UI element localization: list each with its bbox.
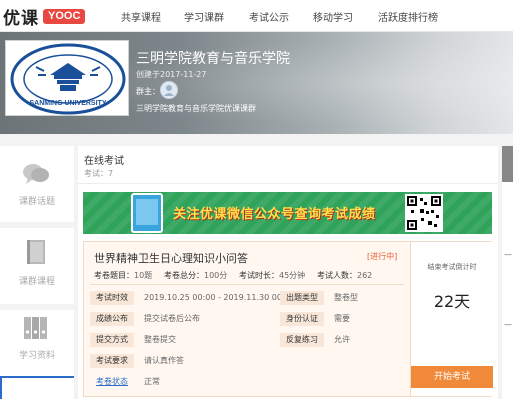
group-name: 三明学院教育与音乐学院优课课群: [136, 104, 256, 113]
nav-study-groups[interactable]: 学习课群: [184, 9, 224, 24]
row-label-results: 成绩公布: [90, 312, 134, 326]
section-title: 在线考试: [84, 156, 124, 167]
row-label-time: 考试时效: [90, 291, 134, 305]
meta-questions: 考卷题目：10题: [94, 271, 153, 280]
sidebar-item-active-indicator: [0, 376, 74, 399]
row-label-identity: 身份认证: [280, 312, 324, 326]
logo-badge: YOOC: [43, 8, 86, 24]
ad-text: 关注优课微信公众号查询考试成绩: [173, 207, 376, 222]
row-value-submit: 整卷提交: [144, 335, 176, 344]
owner-label: 群主：: [136, 87, 160, 96]
exam-status-link[interactable]: 考卷状态: [90, 375, 134, 389]
row-value-time: 2019.10.25 00:00 - 2019.11.30 00:00: [144, 293, 295, 302]
sidebar-item-label: 学习资料: [18, 351, 55, 361]
created-date: 创建于2017-11-27: [136, 70, 207, 79]
page: 优课 YOOC 共享课程 学习课群 考试公示 移动学习 活跃度排行榜 SANMI…: [0, 0, 513, 399]
phone-icon: [131, 193, 163, 233]
row-value-practice: 允许: [334, 335, 350, 344]
row-label-requirement: 考试要求: [90, 354, 134, 368]
exam-count: 考试：7: [84, 169, 114, 178]
divider: [78, 183, 498, 184]
start-exam-button[interactable]: 开始考试: [411, 366, 493, 388]
binders-icon: [24, 317, 47, 339]
countdown-label: 结束考试倒计时: [427, 263, 477, 271]
sidebar-item-topics[interactable]: 课群话题: [0, 146, 74, 226]
exam-card: 世界精神卫生日心理知识小问答 [进行中] 考卷题目：10题 考卷总分：100分 …: [83, 241, 493, 397]
meta-participants: 考试人数：262: [317, 271, 373, 280]
wechat-ad-banner[interactable]: 关注优课微信公众号查询考试成绩: [83, 192, 492, 234]
user-icon: [164, 85, 174, 96]
nav-shared-courses[interactable]: 共享课程: [121, 9, 161, 24]
site-logo[interactable]: 优课 YOOC: [3, 4, 86, 29]
owner-avatar[interactable]: [160, 81, 178, 99]
top-nav-bar: 优课 YOOC 共享课程 学习课群 考试公示 移动学习 活跃度排行榜: [0, 0, 513, 32]
row-label-submit: 提交方式: [90, 333, 134, 347]
school-logo: SANMING UNIVERSITY: [5, 40, 129, 116]
row-value-requirement: 请认真作答: [144, 356, 184, 365]
side-thumbnail[interactable]: [502, 146, 513, 182]
meta-total-score: 考卷总分：100分: [164, 271, 228, 280]
countdown-box: 结束考试倒计时 22天 开始考试: [410, 242, 493, 396]
nav-activity-ranking[interactable]: 活跃度排行榜: [378, 9, 438, 24]
exam-title[interactable]: 世界精神卫生日心理知识小问答: [94, 250, 248, 266]
exam-panel: 在线考试 考试：7 关注优课微信公众号查询考试成绩 世界精神卫生日心理知识小问答…: [78, 146, 498, 399]
school-logo-text: SANMING UNIVERSITY: [29, 100, 106, 107]
logo-text: 优课: [3, 8, 39, 29]
sidebar-item-label: 课群课程: [18, 277, 55, 287]
divider: [90, 284, 404, 285]
meta-duration: 考试时长：45分钟: [239, 271, 306, 280]
row-value-status: 正常: [144, 377, 160, 386]
right-column: — —: [502, 146, 513, 399]
qr-code-icon: [405, 194, 443, 232]
row-label-practice: 反复练习: [280, 333, 324, 347]
left-sidebar: 课群话题 课群课程 学习资料: [0, 146, 74, 399]
countdown-value: 22天: [433, 292, 471, 311]
status-badge: [进行中]: [367, 252, 398, 261]
nav-exam-notice[interactable]: 考试公示: [249, 9, 289, 24]
sidebar-item-courses[interactable]: 课群课程: [0, 228, 74, 308]
group-title: 三明学院教育与音乐学院: [136, 51, 290, 67]
group-banner: SANMING UNIVERSITY 三明学院教育与音乐学院 创建于2017-1…: [0, 32, 513, 134]
nav-mobile-learning[interactable]: 移动学习: [313, 9, 353, 24]
row-value-results: 提交试卷后公布: [144, 314, 200, 323]
row-value-identity: 需要: [334, 314, 350, 323]
sidebar-item-label: 课群话题: [18, 197, 55, 207]
row-value-type: 整卷型: [334, 293, 358, 302]
row-label-type: 出题类型: [280, 291, 324, 305]
chat-bubbles-icon: [23, 164, 49, 184]
book-icon: [27, 240, 45, 264]
